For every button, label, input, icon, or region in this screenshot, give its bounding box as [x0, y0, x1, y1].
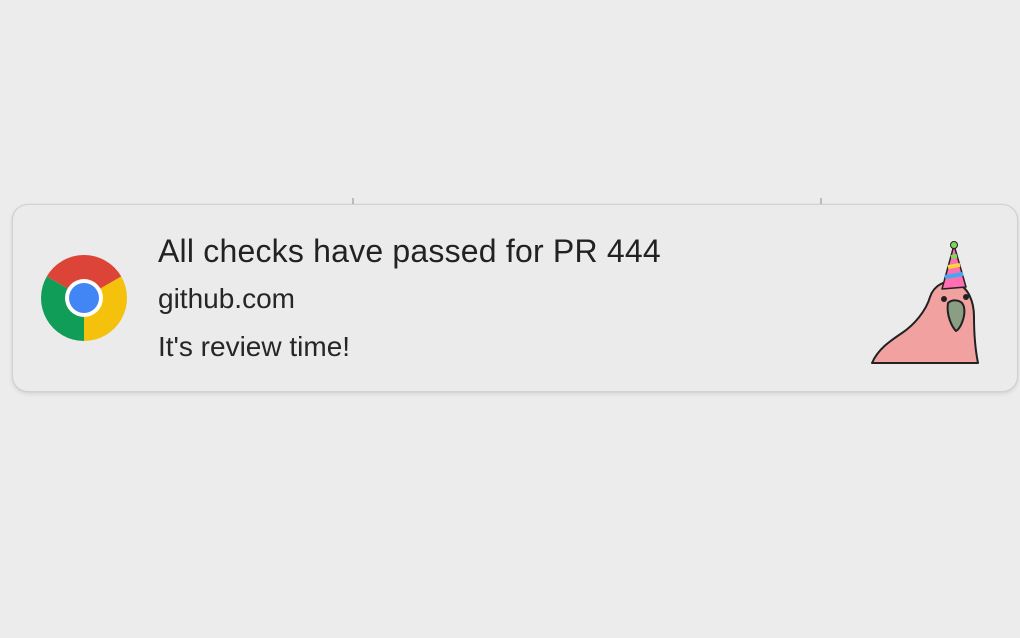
notification-banner[interactable]: All checks have passed for PR 444 github…: [12, 204, 1018, 392]
party-parrot-image: [868, 241, 980, 369]
notification-source: github.com: [158, 283, 295, 314]
notification-body: It's review time!: [158, 331, 351, 362]
notification-title: All checks have passed for PR 444: [158, 233, 661, 269]
chrome-icon: [41, 255, 127, 341]
notification-content: All checks have passed for PR 444 github…: [158, 229, 838, 367]
